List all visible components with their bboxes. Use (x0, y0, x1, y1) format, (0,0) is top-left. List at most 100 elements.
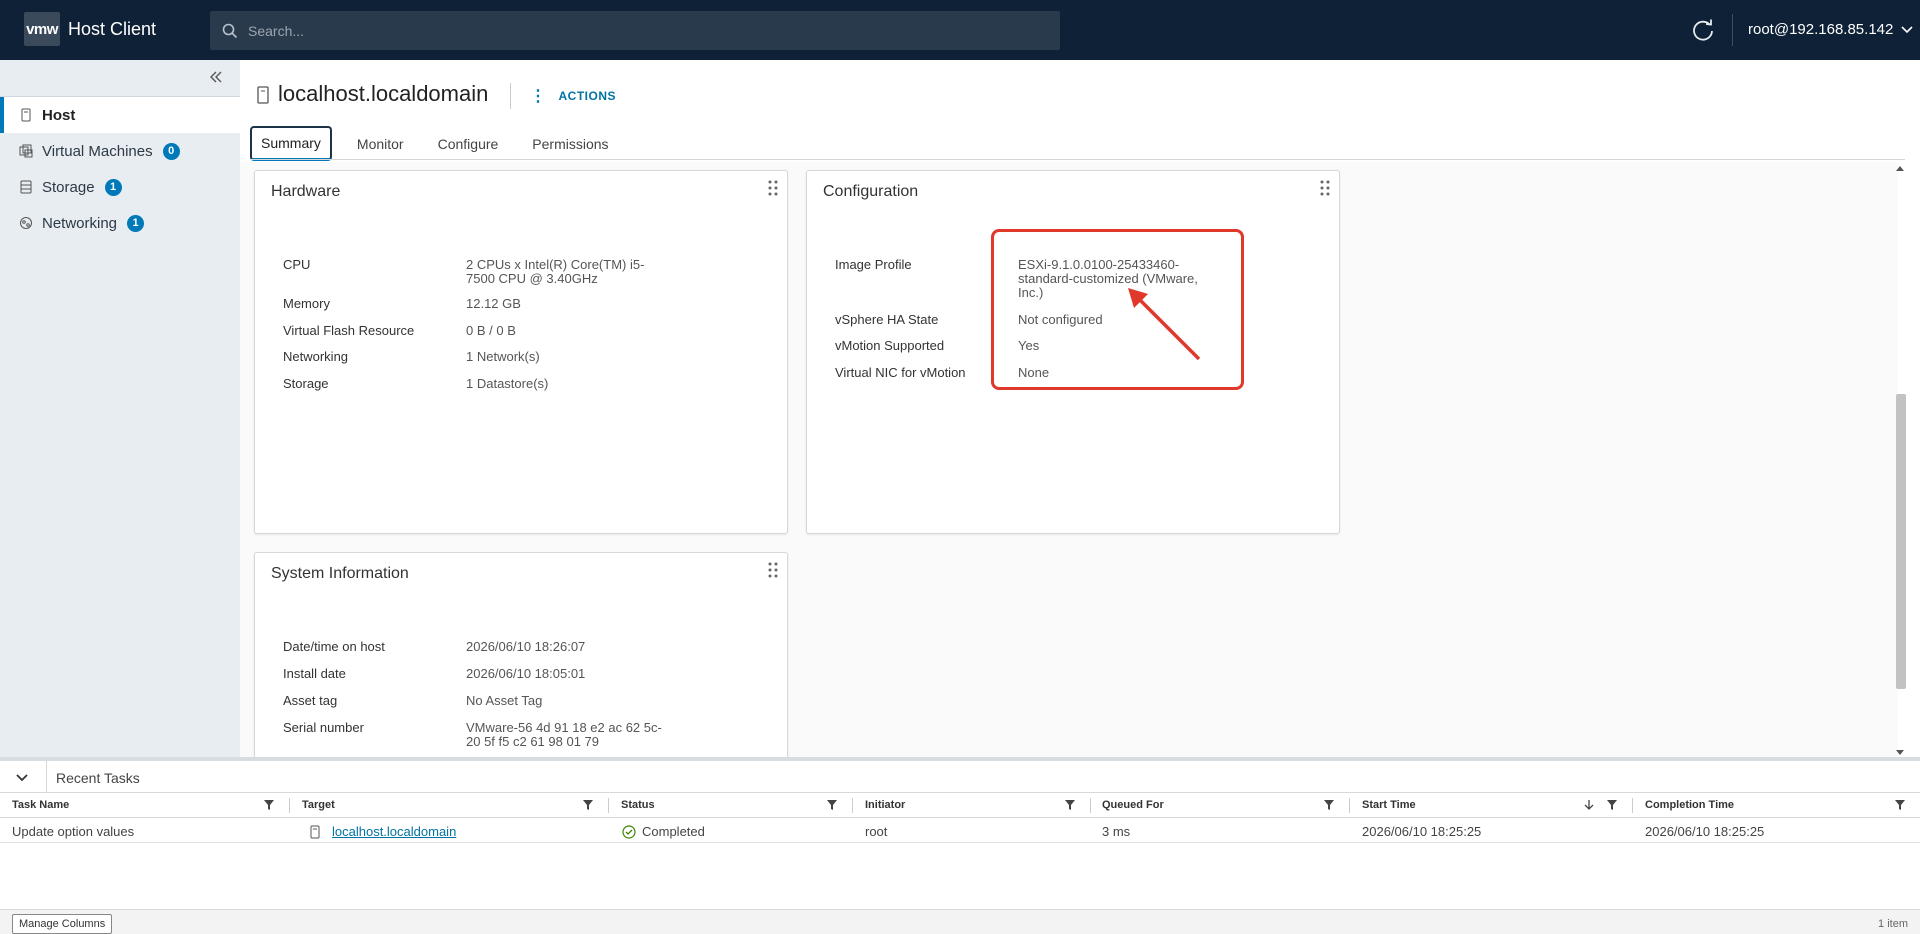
col-task-name[interactable]: Task Name (12, 799, 69, 811)
annotation-arrow-icon (1128, 288, 1201, 360)
search-input[interactable] (248, 22, 1028, 39)
sysinfo-row-datetime: Date/time on host 2026/06/10 18:26:07 (283, 640, 763, 654)
sidebar-item-label: Host (42, 106, 76, 124)
sidebar-item-storage[interactable]: Storage 1 (0, 169, 240, 205)
cell-initiator: root (865, 824, 888, 839)
sysinfo-row-asset-tag: Asset tag No Asset Tag (283, 694, 763, 708)
row-label: Asset tag (283, 693, 338, 708)
tab-underline (250, 159, 1905, 160)
column-resizer[interactable] (289, 798, 290, 813)
chevron-down-icon (1901, 25, 1913, 33)
recent-tasks-panel: Recent Tasks Task Name Target Status Ini… (0, 757, 1920, 934)
row-value: 2026/06/10 18:05:01 (466, 666, 586, 681)
item-count: 1 item (1878, 918, 1908, 930)
column-resizer[interactable] (1090, 798, 1091, 813)
hardware-row-cpu: CPU 2 CPUs x Intel(R) Core(TM) i5-7500 CP… (283, 258, 763, 286)
filter-icon[interactable] (1324, 800, 1334, 810)
manage-columns-button[interactable]: Manage Columns (12, 914, 113, 934)
filter-icon[interactable] (827, 800, 837, 810)
row-value: 0 B / 0 B (466, 323, 516, 338)
user-menu[interactable]: root@192.168.85.142 (1748, 21, 1913, 38)
target-link[interactable]: localhost.localdomain (332, 824, 456, 839)
filter-icon[interactable] (1065, 800, 1075, 810)
hardware-row-networking: Networking 1 Network(s) (283, 350, 763, 364)
tab-bar: Summary Monitor Configure Permissions (250, 126, 634, 161)
tab-permissions[interactable]: Permissions (523, 126, 617, 161)
more-vertical-icon: ⋮ (530, 88, 547, 105)
hardware-row-flash: Virtual Flash Resource 0 B / 0 B (283, 324, 763, 338)
refresh-icon[interactable] (1690, 17, 1716, 43)
column-resizer[interactable] (1349, 798, 1350, 813)
table-row[interactable]: Update option values localhost.localdoma… (0, 818, 1920, 843)
system-info-card: System Information Date/time on host 2026… (254, 552, 788, 757)
column-resizer[interactable] (852, 798, 853, 813)
count-badge: 1 (127, 214, 145, 232)
recent-tasks-header: Recent Tasks (0, 761, 1920, 793)
cell-target: localhost.localdomain (310, 824, 456, 839)
header-divider (1732, 14, 1733, 46)
scroll-thumb[interactable] (1896, 394, 1906, 689)
row-label: Install date (283, 666, 346, 681)
tab-summary[interactable]: Summary (250, 126, 332, 161)
hardware-card: Hardware CPU 2 CPUs x Intel(R) Core(TM) i… (254, 170, 788, 534)
col-queued-for[interactable]: Queued For (1102, 799, 1164, 811)
network-icon (18, 215, 34, 231)
drag-handle-icon[interactable] (767, 561, 779, 579)
vmware-logo: vmw (24, 12, 60, 46)
sidebar-item-host[interactable]: Host (0, 97, 240, 133)
drag-handle-icon[interactable] (767, 179, 779, 197)
title-divider (510, 83, 511, 109)
sidebar: Host Virtual Machines 0 Storage 1 Networ… (0, 60, 240, 757)
row-label: Virtual Flash Resource (283, 323, 415, 338)
filter-icon[interactable] (264, 800, 274, 810)
scroll-down-icon[interactable] (1896, 750, 1904, 755)
col-start-time[interactable]: Start Time (1362, 799, 1416, 811)
col-status[interactable]: Status (621, 799, 655, 811)
count-badge: 1 (104, 178, 122, 196)
col-target[interactable]: Target (302, 799, 335, 811)
filter-icon[interactable] (583, 800, 593, 810)
sidebar-item-label: Storage (42, 178, 95, 196)
storage-icon (18, 179, 34, 195)
collapse-sidebar-icon[interactable] (208, 69, 224, 85)
count-badge: 0 (162, 142, 180, 160)
filter-icon[interactable] (1607, 800, 1617, 810)
tasks-footer: Manage Columns 1 item (0, 909, 1920, 934)
row-value: 1 Datastore(s) (466, 376, 549, 391)
row-value: VMware-56 4d 91 18 e2 ac 62 5c-20 5f f5 … (466, 720, 662, 749)
sidebar-item-virtual-machines[interactable]: Virtual Machines 0 (0, 133, 240, 169)
scroll-up-icon[interactable] (1896, 166, 1904, 171)
col-completion-time[interactable]: Completion Time (1645, 799, 1734, 811)
search-icon (222, 23, 238, 38)
tasks-grid-header: Task Name Target Status Initiator Queued… (0, 793, 1920, 818)
col-initiator[interactable]: Initiator (865, 799, 905, 811)
cell-task-name: Update option values (12, 824, 135, 839)
sysinfo-row-serial: Serial number VMware-56 4d 91 18 e2 ac 62… (283, 721, 763, 749)
column-resizer[interactable] (1632, 798, 1633, 813)
check-circle-icon (622, 824, 636, 839)
filter-icon[interactable] (1895, 800, 1905, 810)
page-title: localhost.localdomain (278, 81, 489, 106)
cell-completion-time: 2026/06/10 18:25:25 (1645, 824, 1765, 839)
hardware-row-storage: Storage 1 Datastore(s) (283, 377, 763, 391)
sort-descending-icon[interactable] (1584, 800, 1594, 810)
content-scrollbar[interactable] (1894, 162, 1906, 757)
cell-start-time: 2026/06/10 18:25:25 (1362, 824, 1482, 839)
header-divider (46, 761, 47, 793)
card-title: Configuration (823, 183, 919, 200)
row-value: 1 Network(s) (466, 349, 540, 364)
drag-handle-icon[interactable] (1319, 179, 1331, 197)
app-title: Host Client (68, 19, 157, 39)
row-label: Date/time on host (283, 639, 385, 654)
actions-button[interactable]: ⋮ ACTIONS (530, 86, 616, 106)
row-value: 2026/06/10 18:26:07 (466, 639, 586, 654)
column-resizer[interactable] (608, 798, 609, 813)
tab-monitor[interactable]: Monitor (348, 126, 413, 161)
row-label: Networking (283, 349, 349, 364)
chevron-down-icon[interactable] (14, 770, 30, 786)
card-title: System Information (271, 565, 409, 582)
sidebar-item-networking[interactable]: Networking 1 (0, 205, 240, 241)
tab-configure[interactable]: Configure (429, 126, 508, 161)
vm-icon (18, 143, 34, 159)
search-bar[interactable] (210, 11, 1060, 50)
